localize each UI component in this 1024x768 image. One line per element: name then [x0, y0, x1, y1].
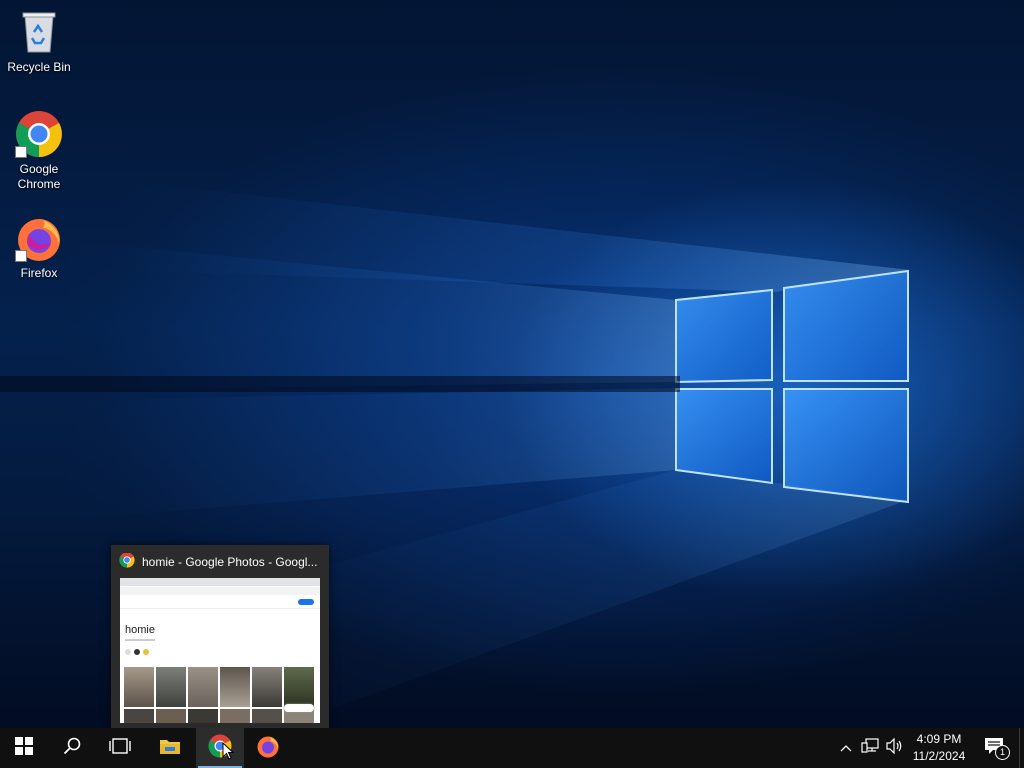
clock-date: 11/2/2024: [912, 749, 966, 763]
chrome-taskbar-button[interactable]: [196, 728, 244, 768]
taskbar-thumbnail-preview[interactable]: homie - Google Photos - Googl... homie: [111, 545, 329, 728]
clock-button[interactable]: 4:09 PM 11/2/2024: [906, 731, 972, 765]
clock-time: 4:09 PM: [916, 732, 962, 746]
speaker-icon: [886, 737, 904, 759]
chevron-up-icon: [840, 739, 852, 757]
preview-window-thumbnail[interactable]: homie: [120, 578, 320, 723]
thumb-app-header: [120, 596, 320, 609]
desktop-icon-label: Firefox: [20, 266, 58, 280]
search-button[interactable]: [48, 728, 96, 768]
recycle-bin-icon: [15, 8, 63, 56]
thumb-floating-pill: [284, 704, 314, 712]
shortcut-arrow-icon: [15, 146, 27, 158]
folder-icon: [159, 737, 181, 760]
chrome-icon: [15, 110, 63, 158]
windows-logo-icon: [15, 736, 33, 760]
desktop-icon-firefox[interactable]: Firefox: [1, 214, 77, 281]
action-center-button[interactable]: 1: [978, 728, 1010, 768]
show-hidden-icons-button[interactable]: [836, 728, 856, 768]
firefox-taskbar-button[interactable]: [244, 728, 292, 768]
thumb-address-bar: [120, 587, 320, 595]
taskbar: 4:09 PM 11/2/2024 1: [0, 728, 1024, 768]
preview-window-title: homie - Google Photos - Googl...: [142, 555, 318, 569]
desktop-icon-google-chrome[interactable]: Google Chrome: [1, 110, 77, 192]
firefox-icon: [15, 214, 63, 262]
task-view-button[interactable]: [96, 728, 144, 768]
thumb-tab-strip: [120, 578, 320, 586]
mouse-cursor-icon: [222, 741, 235, 765]
thumb-album-subtitle: [125, 639, 155, 641]
file-explorer-button[interactable]: [146, 728, 194, 768]
search-icon: [63, 737, 81, 760]
thumb-photo-grid: [124, 667, 314, 707]
thumb-share-button: [298, 599, 314, 605]
notification-icon: 1: [984, 737, 1010, 760]
thumb-people-chips: [125, 649, 149, 655]
desktop-icon-label: Google Chrome: [17, 162, 61, 191]
network-tray-button[interactable]: [858, 728, 882, 768]
start-button[interactable]: [0, 728, 48, 768]
notification-count-badge: 1: [995, 744, 1010, 760]
thumb-album-title: homie: [125, 624, 155, 636]
show-desktop-button[interactable]: [1019, 728, 1024, 768]
firefox-icon: [256, 734, 280, 763]
desktop-icon-recycle-bin[interactable]: Recycle Bin: [1, 8, 77, 75]
network-icon: [861, 737, 879, 759]
task-view-icon: [109, 737, 131, 759]
desktop-icon-label: Recycle Bin: [7, 60, 71, 74]
preview-title-bar: homie - Google Photos - Googl...: [119, 553, 321, 571]
shortcut-arrow-icon: [15, 250, 27, 262]
chrome-icon: [119, 553, 135, 571]
volume-tray-button[interactable]: [884, 728, 906, 768]
